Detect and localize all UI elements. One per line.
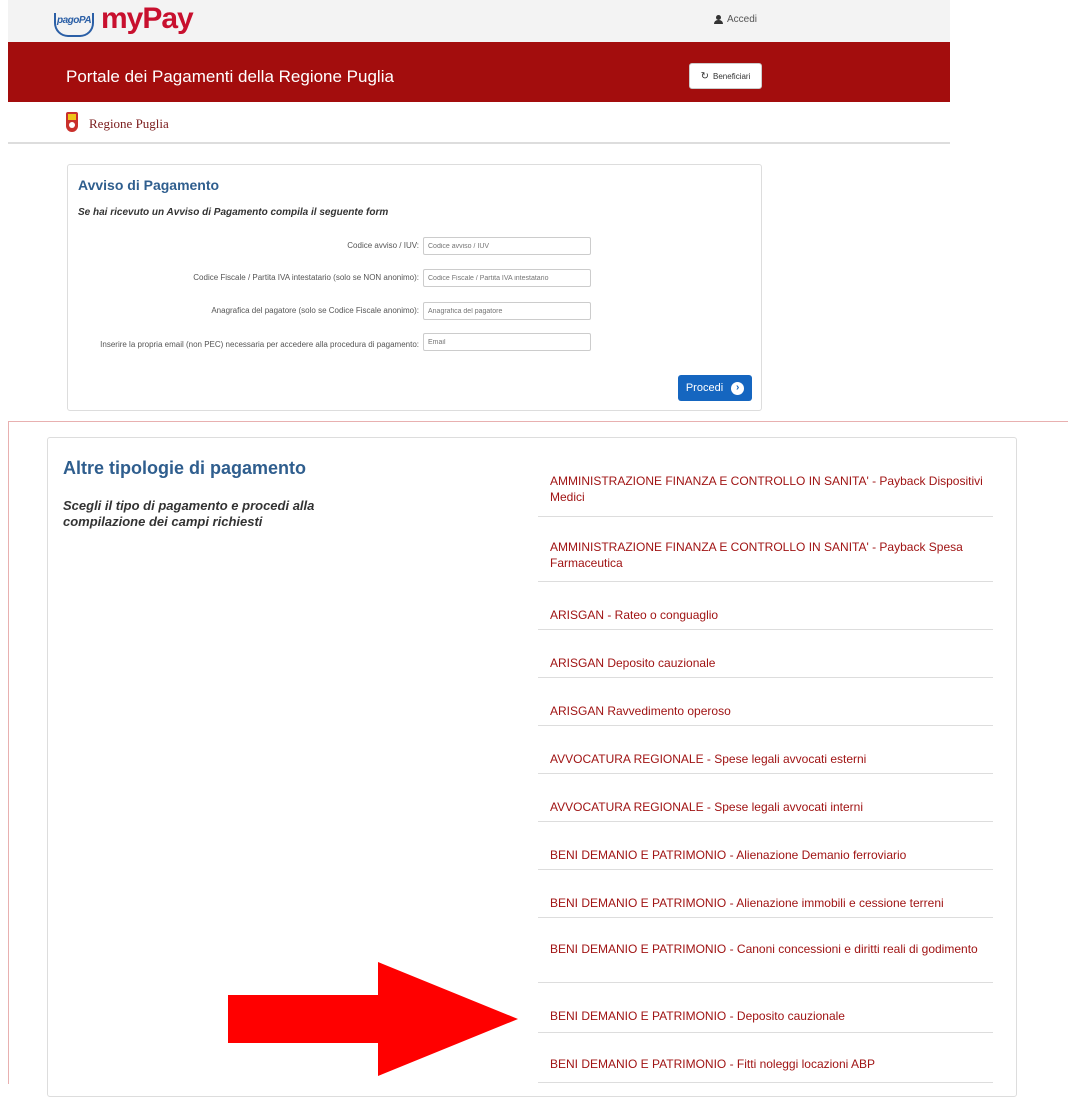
payment-type-item[interactable]: BENI DEMANIO E PATRIMONIO - Canoni conce…	[538, 918, 993, 983]
procedi-label: Procedi	[685, 382, 724, 394]
payment-type-label: AMMINISTRAZIONE FINANZA E CONTROLLO IN S…	[550, 474, 983, 504]
annotation-arrow-icon	[228, 962, 518, 1076]
anagrafica-label: Anagrafica del pagatore (solo se Codice …	[211, 306, 419, 315]
payment-type-item[interactable]: ARISGAN - Rateo o conguaglio	[538, 582, 993, 630]
anagrafica-input[interactable]	[423, 302, 591, 320]
portal-header: Portale dei Pagamenti della Regione Pugl…	[8, 42, 950, 102]
payment-type-item[interactable]: ARISGAN Ravvedimento operoso	[538, 678, 993, 726]
avviso-title: Avviso di Pagamento	[78, 177, 220, 193]
payment-type-label: ARISGAN Ravvedimento operoso	[550, 704, 731, 718]
portal-title: Portale dei Pagamenti della Regione Pugl…	[66, 67, 394, 86]
procedi-button[interactable]: Procedi ›	[678, 375, 752, 401]
section-divider-left	[8, 421, 9, 1084]
beneficiari-button[interactable]: ↻ Beneficiari	[689, 63, 762, 89]
altre-tipologie-panel: Altre tipologie di pagamento Scegli il t…	[47, 437, 1017, 1097]
altre-subtitle: Scegli il tipo di pagamento e procedi al…	[63, 498, 315, 529]
region-emblem-icon	[66, 112, 78, 132]
payment-type-item[interactable]: BENI DEMANIO E PATRIMONIO - Fitti nolegg…	[538, 1033, 993, 1083]
user-icon	[714, 15, 723, 24]
avviso-subtitle: Se hai ricevuto un Avviso di Pagamento c…	[78, 207, 389, 218]
mypay-logo: myPay	[101, 2, 194, 35]
payment-type-label: ARISGAN - Rateo o conguaglio	[550, 608, 719, 622]
iuv-input[interactable]	[423, 237, 591, 255]
payment-type-item[interactable]: BENI DEMANIO E PATRIMONIO - Alienazione …	[538, 870, 993, 918]
codice-fiscale-input[interactable]	[423, 269, 591, 287]
altre-title: Altre tipologie di pagamento	[63, 458, 307, 478]
iuv-label: Codice avviso / IUV:	[347, 241, 419, 250]
region-name: Regione Puglia	[89, 116, 169, 131]
payment-type-item[interactable]: ARISGAN Deposito cauzionale	[538, 630, 993, 678]
refresh-icon: ↻	[700, 70, 710, 82]
payment-type-label: BENI DEMANIO E PATRIMONIO - Alienazione …	[550, 896, 944, 910]
payment-type-label: BENI DEMANIO E PATRIMONIO - Deposito cau…	[550, 1009, 845, 1023]
region-bar: Regione Puglia	[8, 102, 950, 144]
payment-type-label: AVVOCATURA REGIONALE - Spese legali avvo…	[550, 752, 867, 766]
pagopa-logo-text: pagoPA	[57, 15, 92, 26]
payment-type-label: BENI DEMANIO E PATRIMONIO - Fitti nolegg…	[550, 1057, 875, 1071]
beneficiari-label: Beneficiari	[713, 71, 751, 81]
payment-type-item[interactable]: BENI DEMANIO E PATRIMONIO - Alienazione …	[538, 822, 993, 870]
section-divider	[8, 421, 1068, 422]
codice-fiscale-label: Codice Fiscale / Partita IVA intestatari…	[193, 273, 419, 282]
login-link[interactable]: Accedi	[714, 14, 757, 25]
pagopa-logo: pagoPA	[54, 13, 94, 37]
avviso-panel: Avviso di Pagamento Se hai ricevuto un A…	[67, 164, 762, 411]
arrow-right-circle-icon: ›	[731, 381, 745, 395]
payment-type-item[interactable]: AMMINISTRAZIONE FINANZA E CONTROLLO IN S…	[538, 465, 993, 517]
login-label: Accedi	[727, 14, 758, 25]
payment-type-label: AMMINISTRAZIONE FINANZA E CONTROLLO IN S…	[550, 540, 963, 570]
email-label: Inserire la propria email (non PEC) nece…	[100, 340, 419, 349]
payment-type-label: ARISGAN Deposito cauzionale	[550, 656, 716, 670]
payment-type-item[interactable]: AVVOCATURA REGIONALE - Spese legali avvo…	[538, 726, 993, 774]
payment-type-label: AVVOCATURA REGIONALE - Spese legali avvo…	[550, 800, 864, 814]
payment-type-item[interactable]: BENI DEMANIO E PATRIMONIO - Deposito cau…	[538, 983, 993, 1033]
payment-type-label: BENI DEMANIO E PATRIMONIO - Canoni conce…	[550, 942, 978, 956]
email-input[interactable]	[423, 333, 591, 351]
payment-type-item[interactable]: AVVOCATURA REGIONALE - Spese legali avvo…	[538, 774, 993, 822]
payment-type-label: BENI DEMANIO E PATRIMONIO - Alienazione …	[550, 848, 907, 862]
top-bar: pagoPA myPay Accedi	[8, 0, 950, 42]
payment-type-item[interactable]: AMMINISTRAZIONE FINANZA E CONTROLLO IN S…	[538, 517, 993, 582]
